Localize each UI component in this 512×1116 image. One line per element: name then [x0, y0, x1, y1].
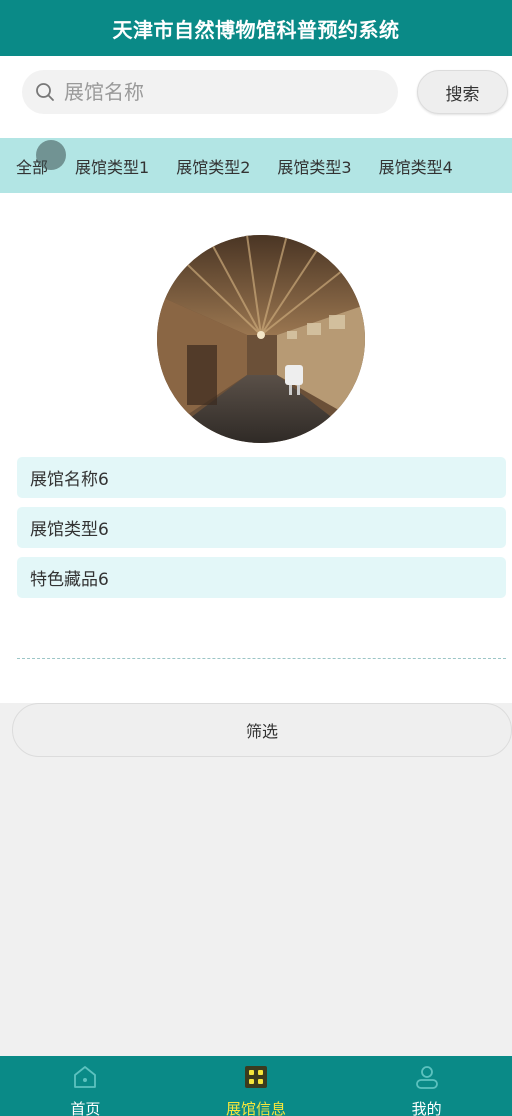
user-icon	[413, 1064, 441, 1090]
nav-label: 展馆信息	[226, 1100, 287, 1116]
app-header: 天津市自然博物馆科普预约系统	[0, 0, 512, 56]
search-box[interactable]	[22, 70, 398, 114]
featured-collection-field: 特色藏品6	[17, 557, 506, 598]
category-tabs: 全部 展馆类型1 展馆类型2 展馆类型3 展馆类型4	[0, 138, 512, 193]
nav-profile[interactable]: 我的	[341, 1056, 512, 1116]
exhibition-image	[157, 235, 365, 443]
home-icon	[71, 1064, 99, 1090]
grid-icon	[242, 1064, 270, 1090]
nav-home[interactable]: 首页	[0, 1056, 171, 1116]
exhibition-card[interactable]: 展馆名称6 展馆类型6 特色藏品6	[0, 193, 512, 703]
tab-type-1[interactable]: 展馆类型1	[75, 154, 149, 178]
tab-type-2[interactable]: 展馆类型2	[176, 154, 250, 178]
search-button[interactable]: 搜索	[417, 70, 508, 114]
nav-label: 首页	[70, 1100, 101, 1116]
search-input[interactable]	[64, 72, 364, 112]
nav-exhibitions[interactable]: 展馆信息	[171, 1056, 342, 1116]
page-title: 天津市自然博物馆科普预约系统	[112, 17, 400, 42]
touch-indicator	[36, 139, 66, 170]
tab-all[interactable]: 全部	[16, 139, 66, 178]
nav-label: 我的	[411, 1100, 442, 1116]
search-icon	[34, 81, 56, 103]
exhibition-name-field: 展馆名称6	[17, 457, 506, 498]
exhibition-type-field: 展馆类型6	[17, 507, 506, 548]
divider	[17, 658, 506, 659]
search-row: 搜索	[0, 56, 512, 138]
tab-type-3[interactable]: 展馆类型3	[277, 154, 351, 178]
filter-button[interactable]: 筛选	[12, 703, 512, 757]
filter-area: 筛选	[0, 703, 512, 1056]
tab-type-4[interactable]: 展馆类型4	[379, 154, 453, 178]
bottom-nav: 首页 展馆信息 我的	[0, 1056, 512, 1116]
